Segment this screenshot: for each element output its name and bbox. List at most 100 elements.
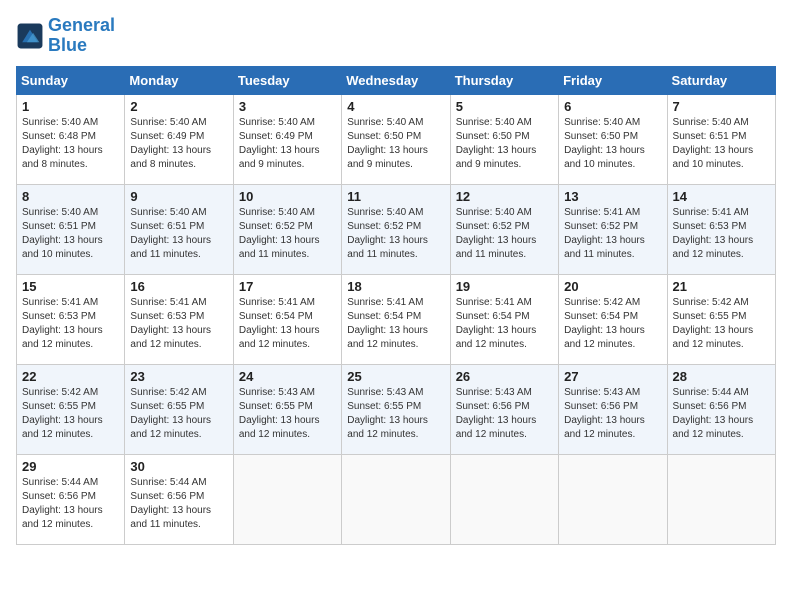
day-number: 21	[673, 279, 770, 294]
day-number: 8	[22, 189, 119, 204]
day-number: 15	[22, 279, 119, 294]
calendar-day: 5Sunrise: 5:40 AMSunset: 6:50 PMDaylight…	[450, 94, 558, 184]
day-info: Sunrise: 5:43 AMSunset: 6:56 PMDaylight:…	[456, 386, 553, 442]
day-info: Sunrise: 5:41 AMSunset: 6:53 PMDaylight:…	[673, 206, 770, 262]
calendar-day: 8 Sunrise: 5:40 AMSunset: 6:51 PMDaylight…	[17, 184, 125, 274]
calendar-day	[450, 454, 558, 544]
calendar-day: 17 Sunrise: 5:41 AMSunset: 6:54 PMDayligh…	[233, 274, 341, 364]
day-number: 28	[673, 369, 770, 384]
day-info: Sunrise: 5:40 AMSunset: 6:50 PMDaylight:…	[347, 116, 444, 172]
calendar-day: 1 Sunrise: 5:40 AMSunset: 6:48 PMDaylight…	[17, 94, 125, 184]
day-info: Sunrise: 5:40 AMSunset: 6:49 PMDaylight:…	[239, 116, 336, 172]
calendar-day: 26Sunrise: 5:43 AMSunset: 6:56 PMDayligh…	[450, 364, 558, 454]
calendar-week-3: 15 Sunrise: 5:41 AMSunset: 6:53 PMDayligh…	[17, 274, 776, 364]
day-number: 6	[564, 99, 661, 114]
day-info: Sunrise: 5:41 AMSunset: 6:54 PMDaylight:…	[347, 296, 444, 352]
day-info: Sunrise: 5:42 AMSunset: 6:55 PMDaylight:…	[22, 386, 119, 442]
day-number: 13	[564, 189, 661, 204]
day-number: 14	[673, 189, 770, 204]
calendar-table: SundayMondayTuesdayWednesdayThursdayFrid…	[16, 66, 776, 545]
day-info: Sunrise: 5:41 AMSunset: 6:53 PMDaylight:…	[130, 296, 227, 352]
calendar-day	[342, 454, 450, 544]
calendar-day: 30 Sunrise: 5:44 AMSunset: 6:56 PMDayligh…	[125, 454, 233, 544]
day-number: 23	[130, 369, 227, 384]
calendar-day: 14 Sunrise: 5:41 AMSunset: 6:53 PMDayligh…	[667, 184, 775, 274]
day-info: Sunrise: 5:41 AMSunset: 6:54 PMDaylight:…	[239, 296, 336, 352]
calendar-day	[559, 454, 667, 544]
calendar-day: 9 Sunrise: 5:40 AMSunset: 6:51 PMDaylight…	[125, 184, 233, 274]
calendar-day: 4 Sunrise: 5:40 AMSunset: 6:50 PMDaylight…	[342, 94, 450, 184]
calendar-day: 2 Sunrise: 5:40 AMSunset: 6:49 PMDaylight…	[125, 94, 233, 184]
day-info: Sunrise: 5:42 AMSunset: 6:55 PMDaylight:…	[673, 296, 770, 352]
day-number: 9	[130, 189, 227, 204]
day-info: Sunrise: 5:40 AMSunset: 6:49 PMDaylight:…	[130, 116, 227, 172]
weekday-header-saturday: Saturday	[667, 66, 775, 94]
calendar-week-1: 1 Sunrise: 5:40 AMSunset: 6:48 PMDaylight…	[17, 94, 776, 184]
day-number: 17	[239, 279, 336, 294]
day-info: Sunrise: 5:43 AMSunset: 6:55 PMDaylight:…	[239, 386, 336, 442]
day-info: Sunrise: 5:41 AMSunset: 6:53 PMDaylight:…	[22, 296, 119, 352]
calendar-week-2: 8 Sunrise: 5:40 AMSunset: 6:51 PMDaylight…	[17, 184, 776, 274]
page-header: General Blue	[16, 16, 776, 56]
day-info: Sunrise: 5:41 AMSunset: 6:52 PMDaylight:…	[564, 206, 661, 262]
logo: General Blue	[16, 16, 115, 56]
day-info: Sunrise: 5:40 AMSunset: 6:52 PMDaylight:…	[456, 206, 553, 262]
calendar-day: 28 Sunrise: 5:44 AMSunset: 6:56 PMDayligh…	[667, 364, 775, 454]
day-number: 4	[347, 99, 444, 114]
weekday-header-sunday: Sunday	[17, 66, 125, 94]
calendar-day: 13 Sunrise: 5:41 AMSunset: 6:52 PMDayligh…	[559, 184, 667, 274]
day-info: Sunrise: 5:40 AMSunset: 6:51 PMDaylight:…	[22, 206, 119, 262]
day-info: Sunrise: 5:40 AMSunset: 6:50 PMDaylight:…	[456, 116, 553, 172]
calendar-day: 22 Sunrise: 5:42 AMSunset: 6:55 PMDayligh…	[17, 364, 125, 454]
weekday-header-friday: Friday	[559, 66, 667, 94]
day-info: Sunrise: 5:42 AMSunset: 6:54 PMDaylight:…	[564, 296, 661, 352]
day-number: 29	[22, 459, 119, 474]
day-info: Sunrise: 5:40 AMSunset: 6:51 PMDaylight:…	[673, 116, 770, 172]
calendar-day: 19Sunrise: 5:41 AMSunset: 6:54 PMDayligh…	[450, 274, 558, 364]
calendar-day: 29Sunrise: 5:44 AMSunset: 6:56 PMDayligh…	[17, 454, 125, 544]
calendar-day: 24 Sunrise: 5:43 AMSunset: 6:55 PMDayligh…	[233, 364, 341, 454]
day-number: 19	[456, 279, 553, 294]
day-number: 18	[347, 279, 444, 294]
day-info: Sunrise: 5:42 AMSunset: 6:55 PMDaylight:…	[130, 386, 227, 442]
day-number: 10	[239, 189, 336, 204]
calendar-day: 3 Sunrise: 5:40 AMSunset: 6:49 PMDaylight…	[233, 94, 341, 184]
calendar-day: 21 Sunrise: 5:42 AMSunset: 6:55 PMDayligh…	[667, 274, 775, 364]
day-number: 27	[564, 369, 661, 384]
calendar-day	[233, 454, 341, 544]
day-number: 20	[564, 279, 661, 294]
day-info: Sunrise: 5:40 AMSunset: 6:48 PMDaylight:…	[22, 116, 119, 172]
calendar-day: 15 Sunrise: 5:41 AMSunset: 6:53 PMDayligh…	[17, 274, 125, 364]
calendar-week-5: 29 Sunrise: 5:44 AMSunset: 6:56 PMDayligh…	[17, 454, 776, 544]
day-info: Sunrise: 5:40 AMSunset: 6:51 PMDaylight:…	[130, 206, 227, 262]
weekday-header-monday: Monday	[125, 66, 233, 94]
day-number: 12	[456, 189, 553, 204]
calendar-day: 7 Sunrise: 5:40 AMSunset: 6:51 PMDaylight…	[667, 94, 775, 184]
logo-text: General Blue	[48, 16, 115, 56]
calendar-day	[667, 454, 775, 544]
day-number: 22	[22, 369, 119, 384]
day-info: Sunrise: 5:43 AMSunset: 6:55 PMDaylight:…	[347, 386, 444, 442]
day-info: Sunrise: 5:40 AMSunset: 6:52 PMDaylight:…	[239, 206, 336, 262]
day-number: 30	[130, 459, 227, 474]
day-number: 1	[22, 99, 119, 114]
day-info: Sunrise: 5:44 AMSunset: 6:56 PMDaylight:…	[130, 476, 227, 532]
calendar-day: 12 Sunrise: 5:40 AMSunset: 6:52 PMDayligh…	[450, 184, 558, 274]
weekday-header-wednesday: Wednesday	[342, 66, 450, 94]
day-number: 2	[130, 99, 227, 114]
day-number: 24	[239, 369, 336, 384]
day-number: 11	[347, 189, 444, 204]
day-number: 7	[673, 99, 770, 114]
calendar-day: 18 Sunrise: 5:41 AMSunset: 6:54 PMDayligh…	[342, 274, 450, 364]
calendar-day: 16Sunrise: 5:41 AMSunset: 6:53 PMDayligh…	[125, 274, 233, 364]
calendar-week-4: 22 Sunrise: 5:42 AMSunset: 6:55 PMDayligh…	[17, 364, 776, 454]
day-info: Sunrise: 5:44 AMSunset: 6:56 PMDaylight:…	[673, 386, 770, 442]
day-number: 3	[239, 99, 336, 114]
weekday-header-thursday: Thursday	[450, 66, 558, 94]
calendar-day: 25Sunrise: 5:43 AMSunset: 6:55 PMDayligh…	[342, 364, 450, 454]
calendar-day: 10 Sunrise: 5:40 AMSunset: 6:52 PMDayligh…	[233, 184, 341, 274]
calendar-day: 27 Sunrise: 5:43 AMSunset: 6:56 PMDayligh…	[559, 364, 667, 454]
day-info: Sunrise: 5:40 AMSunset: 6:52 PMDaylight:…	[347, 206, 444, 262]
day-info: Sunrise: 5:43 AMSunset: 6:56 PMDaylight:…	[564, 386, 661, 442]
logo-icon	[16, 22, 44, 50]
